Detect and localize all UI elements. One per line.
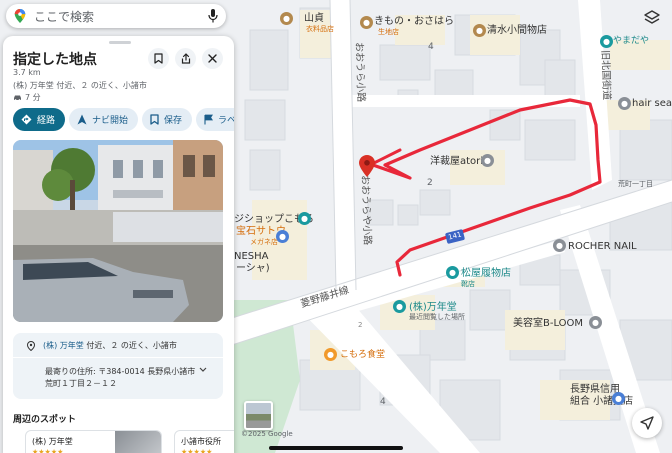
map-label-kimono: きもの・おさはら	[374, 16, 454, 27]
nearest-address-line2: 荒町１丁目２－１２	[45, 378, 117, 388]
clothing-store-icon[interactable]: ●	[280, 12, 293, 25]
restaurant-icon[interactable]: ●	[324, 348, 337, 361]
navigation-arrow-icon	[640, 416, 654, 430]
start-navigation-button[interactable]: ナビ開始	[69, 108, 139, 131]
place-title: 指定した地点	[13, 52, 97, 68]
bank-icon[interactable]: ●	[612, 392, 625, 405]
close-icon	[208, 54, 217, 63]
recent-place-icon[interactable]: ●	[393, 300, 406, 313]
map-label-matsuya: 松屋履物店	[461, 268, 511, 279]
map-label-nesha1: NESHA	[234, 251, 269, 262]
label-label: ラベ	[218, 116, 234, 126]
navigation-arrow-icon	[77, 114, 87, 125]
nearest-address[interactable]: 最寄りの住所: 〒384-0014 長野県小諸市 荒町１丁目２－１２	[45, 366, 195, 389]
save-button[interactable]: 保存	[142, 108, 193, 131]
map-label-biyoushitsu: 美容室B-LOOM	[513, 318, 584, 329]
map-label-yamaya-sub: 衣料品店	[306, 25, 334, 33]
shoe-store-icon[interactable]: ●	[446, 266, 459, 279]
address-hint: (株) 万年堂 付近、２ の近く、小諸市	[13, 81, 147, 90]
nearby-place-link[interactable]: (株) 万年堂	[43, 341, 84, 350]
map-credit: ©2025 Google	[241, 430, 293, 438]
distance-text: 3.7 km	[13, 68, 41, 77]
divider	[13, 357, 223, 358]
road-label-oouraya: おおうらや小路	[359, 175, 373, 246]
nail-salon-icon[interactable]: ●	[553, 239, 566, 252]
share-icon	[181, 53, 190, 64]
location-info-box[interactable]: (株) 万年堂 付近、２ の近く、小諸市 最寄りの住所: 〒384-0014 長…	[13, 333, 223, 399]
map-label-komoro-shokudo: こもろ食堂	[340, 350, 386, 360]
search-bar[interactable]: ここで検索	[6, 4, 226, 28]
directions-button[interactable]: 経路	[13, 108, 66, 131]
block-number: 2	[427, 178, 433, 188]
map-label-mannendo: (株)万年堂	[409, 302, 457, 313]
microphone-icon[interactable]	[208, 9, 218, 23]
start-navigation-label: ナビ開始	[92, 116, 129, 126]
bookmark-icon	[154, 53, 163, 64]
nearest-address-line1: 最寄りの住所: 〒384-0014 長野県小諸市	[45, 367, 196, 376]
bookmark-icon	[150, 114, 159, 125]
action-chips: 経路 ナビ開始 保存 ラベ	[13, 108, 234, 131]
nearby-section-title: 周辺のスポット	[13, 415, 77, 425]
drag-handle[interactable]	[109, 41, 131, 44]
street-view-photo[interactable]	[13, 140, 223, 322]
shop-icon[interactable]: ●	[298, 212, 311, 225]
road-label-ooura: おおうら小路	[353, 42, 367, 103]
map-label-nesha2: ーシャ)	[236, 263, 270, 274]
nearby-card-thumbnail	[115, 431, 161, 453]
my-location-button[interactable]	[632, 408, 662, 438]
place-details-panel[interactable]: 指定した地点 3.7 km (株) 万年堂 付近、２ の近く、小諸市 7 分 経…	[3, 36, 234, 453]
maps-logo-icon	[14, 9, 26, 23]
tailor-icon[interactable]: ●	[481, 154, 494, 167]
nearby-card-name: 小諸市役所	[181, 437, 221, 446]
dropped-pin-icon[interactable]	[359, 155, 375, 177]
block-number: 4	[380, 397, 386, 407]
nearby-card[interactable]: 小諸市役所 ★★★★★	[174, 430, 234, 453]
road-label-kyuhoku: 旧北国街道	[599, 50, 612, 101]
map-label-rocher: ROCHER NAIL	[568, 241, 637, 252]
label-button[interactable]: ラベ	[196, 108, 234, 131]
map-label-mannendo-sub: 最近閲覧した場所	[409, 313, 465, 321]
directions-icon	[21, 114, 32, 125]
location-rest-text: 付近、２ の近く、小諸市	[86, 341, 177, 350]
fabric-store-icon[interactable]: ●	[360, 16, 373, 29]
layers-button[interactable]	[638, 4, 666, 32]
chevron-down-icon[interactable]	[199, 367, 207, 373]
map-label-glasses3: メガネ店	[250, 238, 278, 246]
map-label-yamadaya: やまだや	[613, 36, 650, 46]
salon-icon[interactable]: ●	[618, 97, 631, 110]
layers-icon	[644, 10, 660, 24]
map-label-matsuya-sub: 靴店	[461, 280, 475, 288]
travel-time-value: 7 分	[25, 93, 41, 102]
save-label: 保存	[164, 116, 183, 126]
nearby-card[interactable]: (株) 万年堂 ★★★★★	[25, 430, 162, 453]
block-number: 4	[428, 42, 434, 52]
share-button[interactable]	[175, 48, 196, 69]
location-row[interactable]: (株) 万年堂 付近、２ の近く、小諸市	[27, 340, 177, 351]
nearby-card-rating: ★★★★★	[32, 448, 64, 453]
glasses-store-icon[interactable]: ●	[276, 230, 289, 243]
map-label-yamaya: 山貞	[304, 13, 324, 24]
location-pin-icon	[27, 340, 35, 351]
search-input[interactable]: ここで検索	[34, 8, 208, 25]
street-photo-image	[13, 140, 223, 322]
map-label-hairseak: hair seak	[632, 98, 672, 109]
beauty-salon-icon[interactable]: ●	[589, 316, 602, 329]
shop-icon[interactable]: ●	[600, 35, 613, 48]
nearby-card-name: (株) 万年堂	[32, 437, 73, 446]
car-icon	[14, 95, 21, 101]
travel-time: 7 分	[13, 92, 41, 103]
nearby-card-rating: ★★★★★	[181, 448, 213, 453]
goods-store-icon[interactable]: ●	[473, 24, 486, 37]
directions-label: 経路	[37, 116, 56, 126]
flag-icon	[204, 114, 214, 125]
block-number: 2	[358, 321, 363, 329]
map-label-aramachi: 荒町一丁目	[618, 180, 653, 188]
home-indicator	[269, 446, 403, 450]
map-label-shimizu: 清水小間物店	[487, 25, 547, 36]
map-label-kimono-sub: 生地店	[378, 28, 399, 36]
street-view-thumbnail[interactable]	[244, 401, 273, 430]
save-icon-button[interactable]	[148, 48, 169, 69]
close-button[interactable]	[202, 48, 223, 69]
